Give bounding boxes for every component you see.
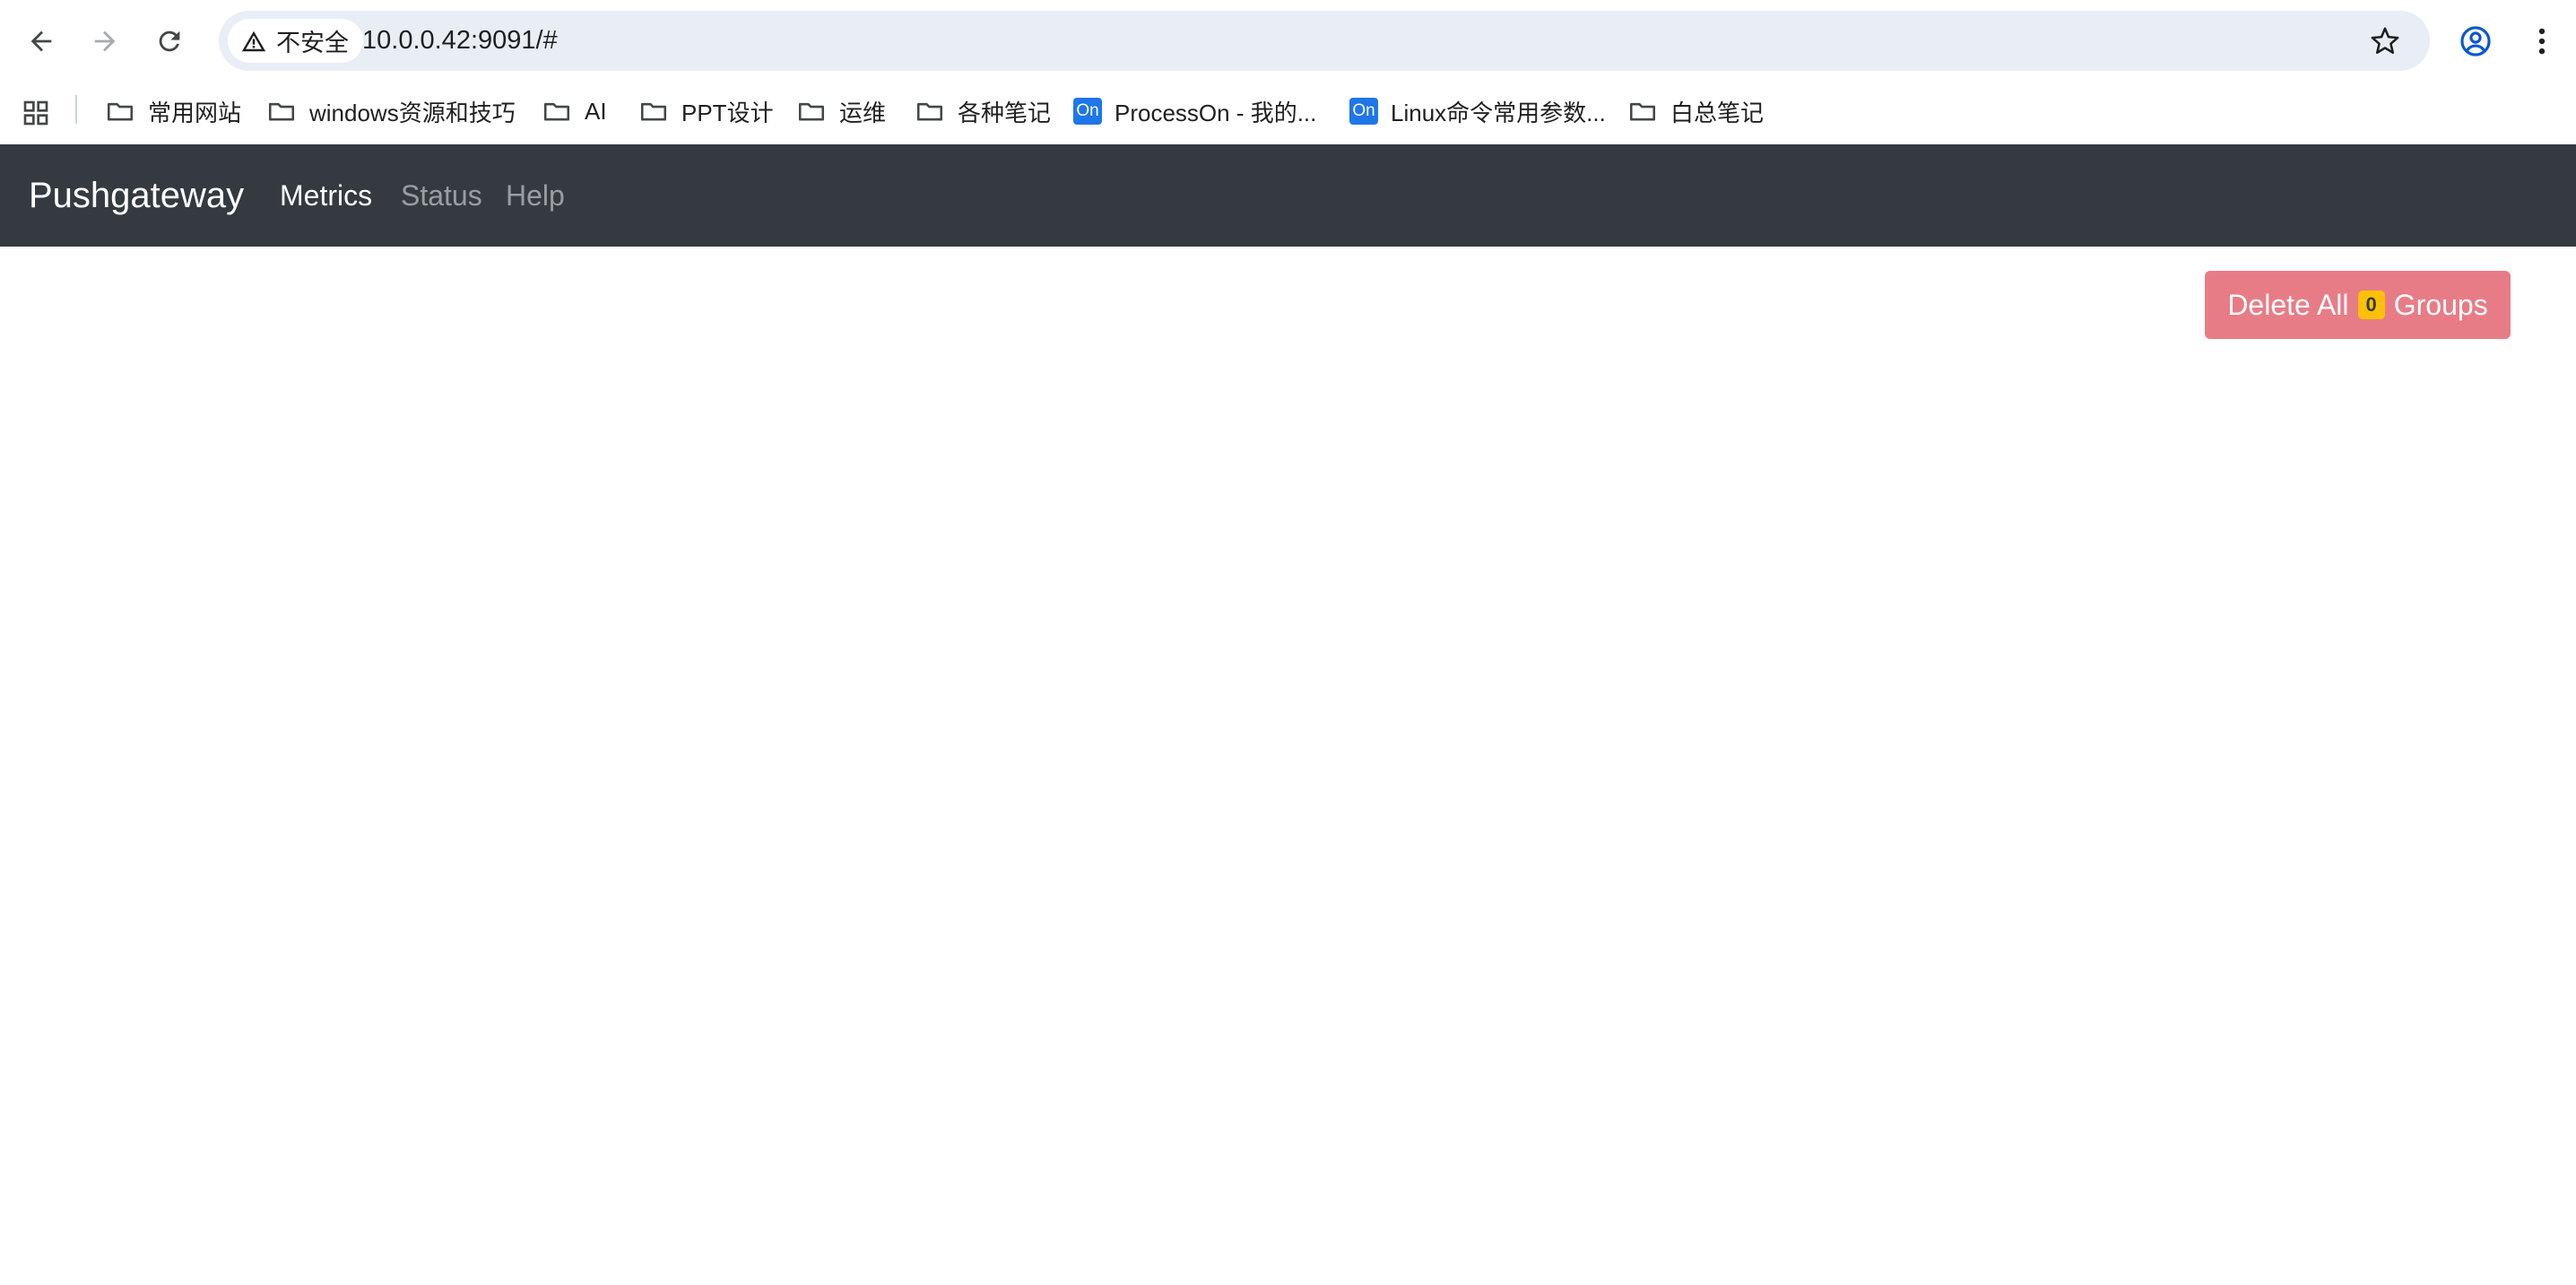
app-navbar: Pushgateway Metrics Status Help xyxy=(0,144,2576,247)
arrow-left-icon xyxy=(30,30,52,52)
browser-toolbar: 不安全 10.0.0.42:9091/# xyxy=(0,0,2576,82)
bookmark-label: AI xyxy=(585,97,607,125)
bookmark-folder-6[interactable]: 各种笔记 xyxy=(915,91,1051,131)
processon-icon: On xyxy=(1349,98,1378,125)
bookmark-label: PPT设计 xyxy=(681,99,774,126)
processon-icon: On xyxy=(1073,98,1102,125)
bookmark-label: windows资源和技巧 xyxy=(309,99,516,126)
folder-icon xyxy=(916,102,943,121)
nav-link-status[interactable]: Status xyxy=(401,144,482,247)
bookmark-folder-3[interactable]: AI xyxy=(542,91,607,131)
warning-triangle-icon xyxy=(241,30,266,51)
bookmark-label: 白总笔记 xyxy=(1670,99,1765,126)
folder-icon xyxy=(107,102,134,121)
security-label: 不安全 xyxy=(276,30,349,56)
bookmark-link-linux[interactable]: On Linux命令常用参数... xyxy=(1349,91,1606,131)
delete-button-suffix: Groups xyxy=(2393,288,2488,321)
bookmark-folder-7[interactable]: 白总笔记 xyxy=(1627,91,1764,131)
reload-button[interactable] xyxy=(146,18,193,65)
kebab-menu-icon xyxy=(2538,28,2546,55)
folder-icon xyxy=(640,102,667,121)
brand-link[interactable]: Pushgateway xyxy=(29,144,244,247)
bookmark-label: Linux命令常用参数... xyxy=(1391,99,1606,126)
group-count-badge: 0 xyxy=(2357,291,2385,319)
back-button[interactable] xyxy=(18,18,65,65)
delete-button-prefix: Delete All xyxy=(2227,288,2349,321)
delete-all-groups-button[interactable]: Delete All 0 Groups xyxy=(2205,271,2511,339)
profile-button[interactable] xyxy=(2452,18,2499,65)
star-icon xyxy=(2371,27,2399,55)
reload-icon xyxy=(159,30,180,52)
bookmark-link-processon[interactable]: On ProcessOn - 我的... xyxy=(1073,91,1316,131)
forward-button[interactable] xyxy=(82,18,128,65)
address-bar[interactable]: 不安全 10.0.0.42:9091/# xyxy=(219,11,2430,71)
url-text[interactable]: 10.0.0.42:9091/# xyxy=(362,11,558,71)
apps-grid-icon xyxy=(23,100,48,126)
bookmark-folder-1[interactable]: 常用网站 xyxy=(105,91,241,131)
bookmark-label: 常用网站 xyxy=(148,99,242,126)
nav-link-help[interactable]: Help xyxy=(506,144,565,247)
arrow-right-icon xyxy=(94,30,116,52)
bookmarks-divider xyxy=(75,95,77,124)
bookmark-folder-5[interactable]: 运维 xyxy=(796,91,886,131)
bookmark-label: ProcessOn - 我的... xyxy=(1115,99,1317,126)
apps-button[interactable] xyxy=(18,95,54,131)
profile-icon xyxy=(2460,26,2491,56)
folder-icon xyxy=(1629,102,1656,121)
folder-icon xyxy=(798,102,825,121)
nav-link-metrics[interactable]: Metrics xyxy=(280,144,372,247)
browser-menu-button[interactable] xyxy=(2519,18,2565,65)
bookmark-label: 运维 xyxy=(839,99,887,126)
bookmarks-bar: 常用网站 windows资源和技巧 AI PPT设计 运维 各种笔记 On Pr… xyxy=(0,82,2576,144)
bookmark-folder-2[interactable]: windows资源和技巧 xyxy=(266,91,516,131)
bookmark-folder-4[interactable]: PPT设计 xyxy=(638,91,774,131)
folder-icon xyxy=(543,102,570,121)
security-chip[interactable]: 不安全 xyxy=(228,19,363,63)
bookmark-label: 各种笔记 xyxy=(958,99,1052,126)
bookmark-star-button[interactable] xyxy=(2362,18,2408,65)
folder-icon xyxy=(268,102,295,121)
